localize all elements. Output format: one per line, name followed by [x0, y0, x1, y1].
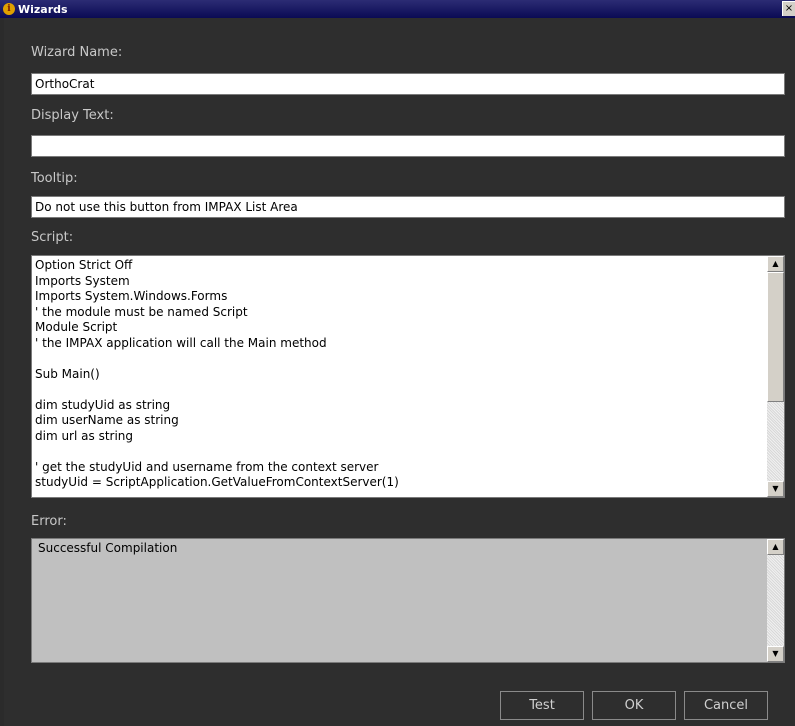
script-line [35, 444, 764, 460]
script-line: dim url as string [35, 428, 134, 443]
arrow-up-icon[interactable]: ▲ [767, 256, 784, 272]
display-text-label: Display Text: [31, 108, 114, 123]
arrow-up-icon[interactable]: ▲ [767, 539, 784, 555]
script-line: dim studyUid as string [35, 397, 171, 412]
test-button[interactable]: Test [500, 691, 584, 720]
script-line: Option Strict Off [35, 258, 133, 272]
window-titlebar: i Wizards × [0, 0, 795, 18]
wizard-name-label: Wizard Name: [31, 45, 123, 60]
script-line: ' the module must be named Script [35, 304, 248, 319]
error-output: Successful Compilation ▲ ▼ [31, 538, 785, 663]
error-scrollbar[interactable]: ▲ ▼ [767, 539, 784, 662]
close-icon[interactable]: × [782, 1, 795, 16]
script-scroll-thumb[interactable] [767, 272, 784, 402]
tooltip-label: Tooltip: [31, 171, 78, 186]
cancel-button[interactable]: Cancel [684, 691, 768, 720]
script-line: studyUid = ScriptApplication.GetValueFro… [35, 475, 399, 489]
wizard-name-input[interactable]: OrthoCrat [31, 73, 785, 95]
arrow-down-icon[interactable]: ▼ [767, 481, 784, 497]
script-line: Imports System.Windows.Forms [35, 289, 228, 303]
script-line: ' the IMPAX application will call the Ma… [35, 335, 327, 350]
script-line: ' get the studyUid and username from the… [35, 459, 379, 474]
arrow-down-icon[interactable]: ▼ [767, 646, 784, 662]
script-line: Module Script [35, 320, 118, 334]
script-line: dim userName as string [35, 413, 179, 427]
ok-button[interactable]: OK [592, 691, 676, 720]
script-scrollbar[interactable]: ▲ ▼ [767, 256, 784, 497]
wizard-form-panel: Wizard Name: OrthoCrat Display Text: Too… [4, 18, 795, 726]
script-line [35, 351, 764, 367]
window-title: Wizards [18, 2, 68, 16]
script-text[interactable]: Option Strict Off Imports System Imports S… [32, 256, 767, 497]
info-icon: i [3, 3, 15, 15]
error-text: Successful Compilation [38, 541, 178, 555]
script-label: Script: [31, 230, 74, 245]
error-label: Error: [31, 514, 67, 529]
script-line: Sub Main() [35, 366, 100, 381]
tooltip-input[interactable]: Do not use this button from IMPAX List A… [31, 196, 785, 218]
script-line [35, 382, 764, 398]
script-line: Imports System [35, 273, 130, 288]
display-text-input[interactable] [31, 135, 785, 157]
script-editor[interactable]: Option Strict Off Imports System Imports S… [31, 255, 785, 498]
